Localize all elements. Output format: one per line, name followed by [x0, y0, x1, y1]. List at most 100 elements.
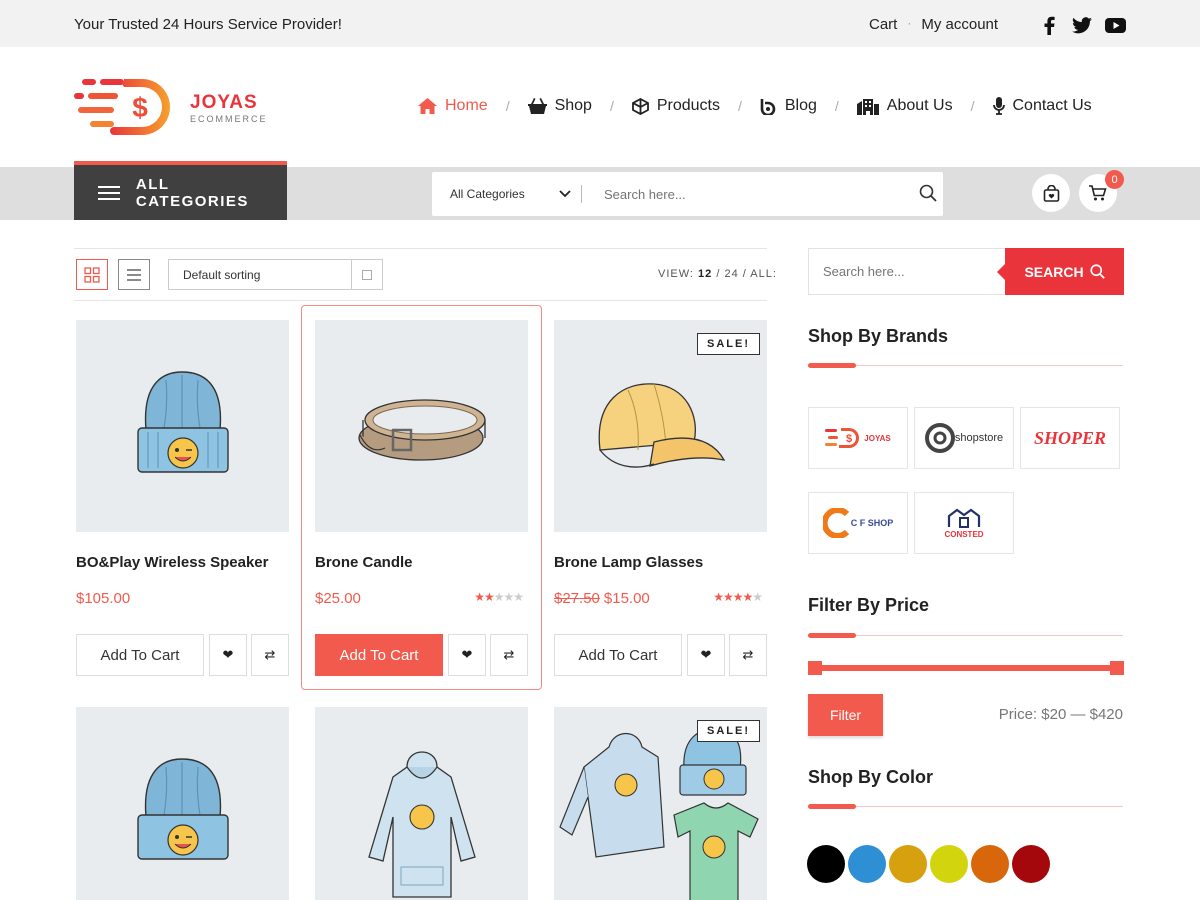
sort-select[interactable]: Default sorting — [168, 259, 383, 290]
building-icon — [856, 98, 879, 115]
add-to-cart-button[interactable]: Add To Cart — [76, 634, 204, 676]
product-sale-price: $15.00 — [603, 590, 650, 607]
compare-icon: ⇄ — [503, 647, 515, 662]
compare-button[interactable]: ⇄ — [251, 634, 289, 676]
color-title-underline — [808, 804, 1123, 809]
youtube-icon[interactable] — [1104, 15, 1126, 35]
my-account-link[interactable]: My account — [921, 16, 998, 33]
product-image[interactable] — [76, 320, 289, 532]
nav-separator: / — [970, 98, 975, 114]
brand-shopstore[interactable]: shopstore — [914, 407, 1014, 469]
list-view-button[interactable] — [118, 259, 150, 290]
main-nav: Home / Shop / Products / Blog / About Us… — [418, 97, 1092, 115]
nav-home-label: Home — [445, 97, 488, 114]
product-image[interactable] — [315, 707, 528, 900]
price-max-handle[interactable] — [1110, 661, 1124, 675]
nav-home[interactable]: Home — [418, 97, 488, 115]
wishlist-button[interactable]: ❤︎ — [448, 634, 486, 676]
wishlist-button[interactable]: ❤︎ — [687, 634, 725, 676]
nav-about[interactable]: About Us — [856, 97, 953, 115]
nav-about-label: About Us — [886, 97, 953, 114]
menu-icon — [98, 185, 120, 200]
wishlist-button[interactable]: ❤︎ — [209, 634, 247, 676]
price-range-label: Price: $20 — $420 — [998, 706, 1123, 723]
view-count: VIEW: 12 / 24 / ALL: — [658, 268, 777, 280]
view-other-options[interactable]: / 24 / ALL: — [716, 268, 777, 280]
top-bar: Your Trusted 24 Hours Service Provider! … — [0, 0, 1200, 47]
heart-icon: ❤︎ — [222, 647, 234, 662]
toolbar-divider — [74, 300, 767, 301]
product-old-price: $27.50 — [554, 590, 600, 607]
nav-blog[interactable]: Blog — [760, 97, 817, 115]
brand-joyas[interactable]: $ JOYAS — [808, 407, 908, 469]
nav-separator: / — [834, 98, 839, 114]
header-search-input[interactable] — [582, 186, 892, 202]
product-price: $105.00 — [76, 590, 131, 607]
joyas-logo-icon: $ — [825, 428, 860, 448]
header-search: All Categories — [432, 172, 943, 216]
product-price: $25.00 — [315, 590, 361, 607]
search-category-value: All Categories — [450, 187, 525, 201]
view-12-option[interactable]: 12 — [698, 268, 712, 280]
sort-select-toggle[interactable] — [351, 260, 382, 289]
category-bar: ALL CATEGORIES All Categories — [0, 161, 1200, 220]
sale-badge: SALE! — [697, 333, 760, 355]
logo-tagline: ECOMMERCE — [190, 113, 268, 124]
color-filter-title: Shop By Color — [808, 767, 933, 787]
product-image[interactable] — [76, 707, 289, 900]
view-label: VIEW: — [658, 268, 694, 280]
top-links: Cart · My account — [869, 16, 998, 33]
brand-cfshop[interactable]: C F SHOP — [808, 492, 908, 554]
price-title-underline — [808, 633, 1123, 638]
list-icon — [127, 268, 141, 281]
compare-button[interactable]: ⇄ — [729, 634, 767, 676]
add-to-cart-button[interactable]: Add To Cart — [554, 634, 682, 676]
svg-text:$: $ — [846, 433, 852, 445]
search-icon[interactable] — [919, 184, 937, 207]
color-swatch-gold[interactable] — [889, 845, 927, 883]
microphone-icon — [992, 97, 1005, 115]
sidebar-search-button[interactable]: SEARCH — [997, 248, 1124, 295]
sale-badge: SALE! — [697, 720, 760, 742]
brands-title-underline — [808, 363, 1123, 368]
color-swatch-black[interactable] — [807, 845, 845, 883]
nav-blog-label: Blog — [784, 97, 817, 114]
compare-icon: ⇄ — [264, 647, 276, 662]
consted-logo-icon — [947, 508, 981, 528]
brand-shoper[interactable]: SHOPER — [1020, 407, 1120, 469]
brand-consted[interactable]: CONSTED — [914, 492, 1014, 554]
nav-products[interactable]: Products — [631, 97, 720, 115]
color-swatch-red[interactable] — [1012, 845, 1050, 883]
price-min-handle[interactable] — [808, 661, 822, 675]
all-categories-label: ALL CATEGORIES — [135, 175, 249, 210]
logo-name: JOYAS — [190, 91, 258, 113]
wishlist-button[interactable] — [1032, 174, 1070, 212]
logo[interactable]: $ JOYAS ECOMMERCE — [74, 77, 268, 139]
product-rating: ★★★★★ — [474, 590, 524, 604]
svg-text:$: $ — [132, 92, 148, 123]
sidebar-search-input[interactable] — [809, 249, 1005, 294]
cart-link[interactable]: Cart — [869, 16, 897, 33]
search-category-select[interactable]: All Categories — [432, 185, 582, 203]
twitter-icon[interactable] — [1071, 15, 1093, 35]
price-range-slider[interactable] — [808, 661, 1124, 675]
filter-button[interactable]: Filter — [808, 694, 883, 736]
grid-view-button[interactable] — [76, 259, 108, 290]
compare-button[interactable]: ⇄ — [490, 634, 528, 676]
product-title[interactable]: Brone Lamp Glasses — [554, 554, 703, 571]
product-image[interactable] — [315, 320, 528, 532]
facebook-icon[interactable] — [1038, 15, 1060, 35]
nav-contact[interactable]: Contact Us — [992, 97, 1092, 115]
product-image[interactable]: SALE! — [554, 707, 767, 900]
product-image[interactable]: SALE! — [554, 320, 767, 532]
add-to-cart-button[interactable]: Add To Cart — [315, 634, 443, 676]
color-swatch-orange[interactable] — [971, 845, 1009, 883]
product-rating: ★★★★★ — [713, 590, 763, 604]
color-swatch-blue[interactable] — [848, 845, 886, 883]
color-swatch-yellow[interactable] — [930, 845, 968, 883]
product-title[interactable]: BO&Play Wireless Speaker — [76, 554, 268, 571]
nav-shop[interactable]: Shop — [527, 97, 592, 115]
product-title[interactable]: Brone Candle — [315, 554, 413, 571]
all-categories-button[interactable]: ALL CATEGORIES — [74, 161, 287, 220]
brand-label: C F SHOP — [850, 518, 894, 528]
